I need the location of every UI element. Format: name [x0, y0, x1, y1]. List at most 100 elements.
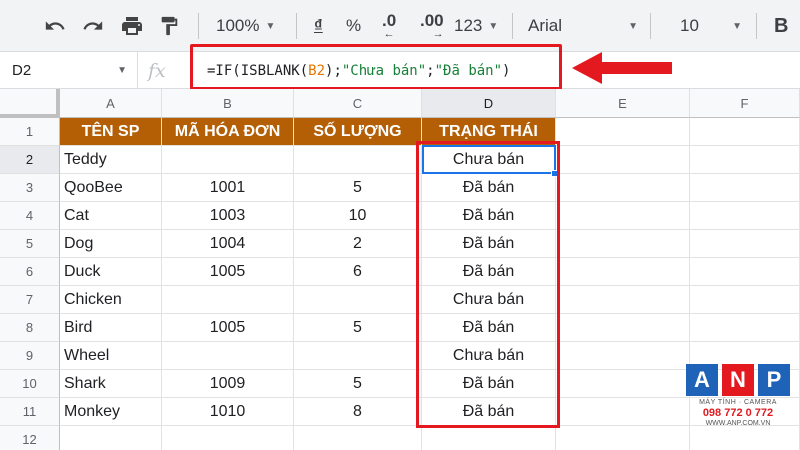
- table-cell[interactable]: [162, 146, 294, 174]
- table-cell[interactable]: 1010: [162, 398, 294, 426]
- cell[interactable]: [690, 314, 800, 342]
- row-header-8[interactable]: 8: [0, 314, 60, 342]
- cell[interactable]: [690, 118, 800, 146]
- row-header-3[interactable]: 3: [0, 174, 60, 202]
- row-header-7[interactable]: 7: [0, 286, 60, 314]
- paint-format-icon: [161, 16, 178, 36]
- table-cell[interactable]: 2: [294, 230, 422, 258]
- logo-phone: 098 772 0 772: [702, 407, 774, 419]
- logo-letter: A: [686, 364, 718, 396]
- table-cell[interactable]: 1004: [162, 230, 294, 258]
- table-cell[interactable]: Duck: [60, 258, 162, 286]
- cell[interactable]: [294, 426, 422, 450]
- table-cell[interactable]: Teddy: [60, 146, 162, 174]
- row-header-12[interactable]: 12: [0, 426, 60, 450]
- table-cell[interactable]: Chicken: [60, 286, 162, 314]
- column-header-a[interactable]: A: [60, 89, 162, 118]
- cell[interactable]: [422, 426, 556, 450]
- cell[interactable]: [690, 202, 800, 230]
- cell[interactable]: [556, 258, 690, 286]
- row-header-1[interactable]: 1: [0, 118, 60, 146]
- column-header-d[interactable]: D: [422, 89, 556, 118]
- cell[interactable]: [690, 286, 800, 314]
- table-cell[interactable]: Bird: [60, 314, 162, 342]
- cell[interactable]: [556, 426, 690, 450]
- table-cell[interactable]: 1001: [162, 174, 294, 202]
- chevron-down-icon: ▼: [117, 65, 127, 76]
- table-cell[interactable]: 6: [294, 258, 422, 286]
- increase-decimal-label: .00: [420, 11, 444, 30]
- formula-highlight-box: [190, 44, 562, 90]
- cell[interactable]: [162, 426, 294, 450]
- cell[interactable]: [556, 398, 690, 426]
- table-cell[interactable]: 5: [294, 314, 422, 342]
- row-header-2[interactable]: 2: [0, 146, 60, 174]
- bold-button[interactable]: B: [774, 0, 788, 52]
- table-cell[interactable]: 1003: [162, 202, 294, 230]
- row-header-5[interactable]: 5: [0, 230, 60, 258]
- cell[interactable]: [556, 286, 690, 314]
- column-header-c[interactable]: C: [294, 89, 422, 118]
- paint-format-button[interactable]: [158, 0, 180, 52]
- cell[interactable]: [556, 174, 690, 202]
- cell[interactable]: [556, 118, 690, 146]
- row-header-4[interactable]: 4: [0, 202, 60, 230]
- logo-tagline: MÁY TÍNH · CAMERA: [699, 399, 777, 406]
- cell[interactable]: [556, 146, 690, 174]
- table-cell[interactable]: 5: [294, 370, 422, 398]
- table-cell[interactable]: Shark: [60, 370, 162, 398]
- font-label: Arial: [528, 16, 563, 35]
- cell[interactable]: [556, 370, 690, 398]
- table-cell[interactable]: Wheel: [60, 342, 162, 370]
- table-header-cell[interactable]: MÃ HÓA ĐƠN: [162, 118, 294, 146]
- row-header-10[interactable]: 10: [0, 370, 60, 398]
- table-cell[interactable]: Dog: [60, 230, 162, 258]
- table-cell[interactable]: Monkey: [60, 398, 162, 426]
- table-header-cell[interactable]: SỐ LƯỢNG: [294, 118, 422, 146]
- cell[interactable]: [690, 146, 800, 174]
- fx-icon: fx: [148, 59, 166, 82]
- chevron-down-icon: ▼: [488, 20, 499, 32]
- table-cell[interactable]: 8: [294, 398, 422, 426]
- table-cell[interactable]: [294, 146, 422, 174]
- cell[interactable]: [556, 202, 690, 230]
- toolbar-divider: [512, 13, 513, 39]
- table-cell[interactable]: QooBee: [60, 174, 162, 202]
- table-cell[interactable]: 10: [294, 202, 422, 230]
- table-header-cell[interactable]: TÊN SP: [60, 118, 162, 146]
- select-all-corner[interactable]: [0, 89, 60, 118]
- table-cell[interactable]: [294, 342, 422, 370]
- table-cell[interactable]: 1005: [162, 314, 294, 342]
- redo-button[interactable]: [82, 0, 104, 52]
- print-icon: [122, 17, 142, 35]
- table-cell[interactable]: 1005: [162, 258, 294, 286]
- table-cell[interactable]: [294, 286, 422, 314]
- font-size-select[interactable]: 10 ▼: [680, 0, 742, 52]
- cell[interactable]: [690, 174, 800, 202]
- column-header-b[interactable]: B: [162, 89, 294, 118]
- toolbar-divider: [296, 13, 297, 39]
- cell[interactable]: [60, 426, 162, 450]
- cell[interactable]: [556, 314, 690, 342]
- cell[interactable]: [690, 258, 800, 286]
- cell[interactable]: [556, 230, 690, 258]
- cell[interactable]: [690, 230, 800, 258]
- table-cell[interactable]: 5: [294, 174, 422, 202]
- row-header-11[interactable]: 11: [0, 398, 60, 426]
- row-header-9[interactable]: 9: [0, 342, 60, 370]
- table-cell[interactable]: 1009: [162, 370, 294, 398]
- decrease-decimal-label: .0: [382, 11, 397, 30]
- table-cell[interactable]: [162, 286, 294, 314]
- zoom-value: 100%: [216, 16, 260, 35]
- name-box[interactable]: D2 ▼: [0, 52, 138, 89]
- undo-button[interactable]: [44, 0, 66, 52]
- print-button[interactable]: [120, 0, 144, 52]
- cell[interactable]: [690, 426, 800, 450]
- table-cell[interactable]: Cat: [60, 202, 162, 230]
- table-cell[interactable]: [162, 342, 294, 370]
- toolbar-divider: [650, 13, 651, 39]
- column-header-f[interactable]: F: [690, 89, 800, 118]
- row-header-6[interactable]: 6: [0, 258, 60, 286]
- cell[interactable]: [556, 342, 690, 370]
- column-header-e[interactable]: E: [556, 89, 690, 118]
